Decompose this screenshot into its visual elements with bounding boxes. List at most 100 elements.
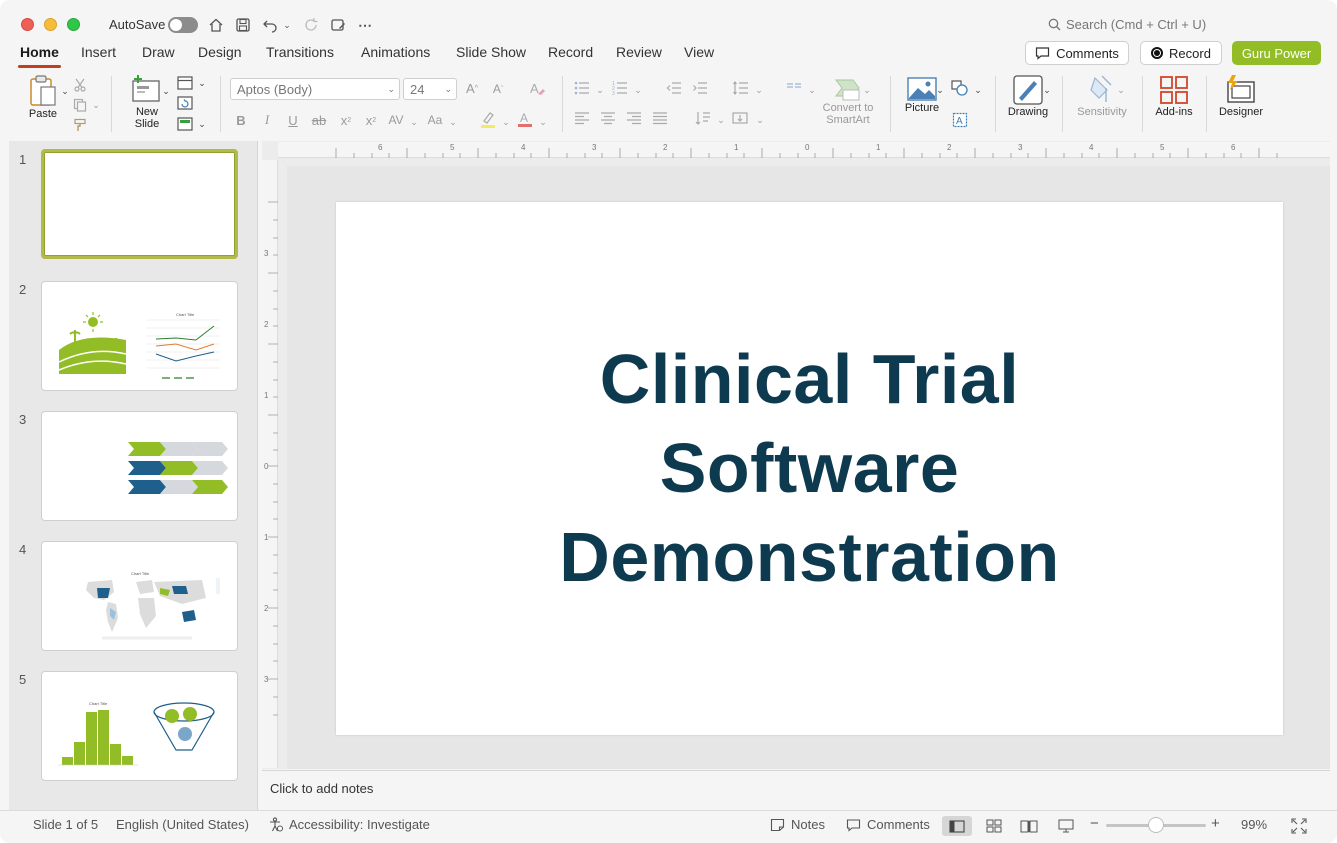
new-slide-dropdown-icon[interactable]: ⌄ xyxy=(157,82,175,100)
tab-transitions[interactable]: Transitions xyxy=(266,44,334,60)
decrease-font-size-icon[interactable]: Aˇ xyxy=(489,80,507,98)
line-spacing-dropdown-icon[interactable]: ⌄ xyxy=(750,81,768,99)
undo-dropdown-icon[interactable]: ⌄ xyxy=(280,15,294,35)
tab-home[interactable]: Home xyxy=(18,44,61,68)
tab-insert[interactable]: Insert xyxy=(81,44,116,60)
font-color-dropdown-icon[interactable]: ⌄ xyxy=(534,113,552,131)
minimize-window-button[interactable] xyxy=(44,18,57,31)
slideshow-view-button[interactable] xyxy=(1051,816,1081,836)
bullets-dropdown-icon[interactable]: ⌄ xyxy=(591,81,609,99)
text-direction-icon[interactable] xyxy=(694,109,712,127)
align-left-icon[interactable] xyxy=(573,109,591,127)
normal-view-button[interactable] xyxy=(942,816,972,836)
align-text-icon[interactable] xyxy=(731,109,749,127)
subscript-icon[interactable]: x2 xyxy=(362,111,380,129)
accessibility-status[interactable]: Accessibility: Investigate xyxy=(268,817,430,832)
change-case-icon[interactable]: Aa xyxy=(426,111,444,129)
align-center-icon[interactable] xyxy=(599,109,617,127)
font-name-select[interactable]: Aptos (Body) ⌄ xyxy=(230,78,400,100)
justify-icon[interactable] xyxy=(651,109,669,127)
align-right-icon[interactable] xyxy=(625,109,643,127)
tab-design[interactable]: Design xyxy=(198,44,242,60)
picture-dropdown-icon[interactable]: ⌄ xyxy=(931,81,949,99)
comments-button[interactable]: Comments xyxy=(1025,41,1129,65)
more-options-icon[interactable]: ⋯ xyxy=(355,15,375,35)
font-size-select[interactable]: 24 ⌄ xyxy=(403,78,457,100)
align-text-dropdown-icon[interactable]: ⌄ xyxy=(751,111,769,129)
tab-review[interactable]: Review xyxy=(616,44,662,60)
format-painter-icon[interactable] xyxy=(71,116,89,134)
redo-icon[interactable] xyxy=(301,15,321,35)
section-icon[interactable] xyxy=(176,115,194,133)
numbering-icon[interactable]: 123 xyxy=(611,79,629,97)
search-box[interactable]: Search (Cmd + Ctrl + U) xyxy=(1048,17,1206,32)
text-box-icon[interactable]: A xyxy=(951,111,969,129)
cut-icon[interactable] xyxy=(71,76,89,94)
zoom-out-icon[interactable]: − xyxy=(1090,815,1099,832)
slide-thumbnail-5[interactable]: Chart Title xyxy=(41,671,238,781)
slide-thumbnail-2[interactable]: Chart Title xyxy=(41,281,238,391)
underline-icon[interactable]: U xyxy=(284,111,302,129)
bold-icon[interactable]: B xyxy=(232,111,250,129)
customize-toolbar-icon[interactable] xyxy=(328,15,348,35)
font-color-icon[interactable]: A xyxy=(516,110,534,128)
tab-view[interactable]: View xyxy=(684,44,714,60)
strikethrough-icon[interactable]: ab xyxy=(310,111,328,129)
increase-indent-icon[interactable] xyxy=(691,79,709,97)
copy-dropdown-icon[interactable]: ⌄ xyxy=(87,96,105,114)
line-spacing-icon[interactable] xyxy=(732,79,750,97)
language-indicator[interactable]: English (United States) xyxy=(116,817,249,832)
drawing-dropdown-icon[interactable]: ⌄ xyxy=(1038,81,1056,99)
tab-animations[interactable]: Animations xyxy=(361,44,430,60)
slide-sorter-button[interactable] xyxy=(979,816,1009,836)
zoom-level[interactable]: 99% xyxy=(1241,817,1267,832)
highlight-icon[interactable] xyxy=(479,110,497,128)
maximize-window-button[interactable] xyxy=(67,18,80,31)
comments-toggle[interactable]: Comments xyxy=(846,817,930,832)
shapes-dropdown-icon[interactable]: ⌄ xyxy=(969,81,987,99)
convert-smartart-dropdown-icon[interactable]: ⌄ xyxy=(858,81,876,99)
designer-button[interactable]: Designer xyxy=(1216,74,1266,118)
superscript-icon[interactable]: x2 xyxy=(337,111,355,129)
section-dropdown-icon[interactable]: ⌄ xyxy=(193,115,211,133)
current-slide[interactable]: Clinical Trial Software Demonstration xyxy=(336,202,1283,735)
tab-slide-show[interactable]: Slide Show xyxy=(456,44,526,60)
guru-power-button[interactable]: Guru Power xyxy=(1232,41,1321,65)
decrease-indent-icon[interactable] xyxy=(665,79,683,97)
bullets-icon[interactable] xyxy=(573,79,591,97)
character-spacing-dropdown-icon[interactable]: ⌄ xyxy=(405,113,423,131)
tab-draw[interactable]: Draw xyxy=(142,44,175,60)
slide-title[interactable]: Clinical Trial Software Demonstration xyxy=(500,335,1120,602)
change-case-dropdown-icon[interactable]: ⌄ xyxy=(444,113,462,131)
home-icon[interactable] xyxy=(206,15,226,35)
notes-toggle[interactable]: Notes xyxy=(770,817,825,832)
reading-view-button[interactable] xyxy=(1014,816,1044,836)
slide-thumbnail-3[interactable] xyxy=(41,411,238,521)
slide-thumbnail-1[interactable] xyxy=(41,149,238,259)
fit-to-window-button[interactable] xyxy=(1284,816,1314,836)
record-button[interactable]: Record xyxy=(1140,41,1222,65)
highlight-dropdown-icon[interactable]: ⌄ xyxy=(497,113,515,131)
autosave-toggle[interactable] xyxy=(168,17,198,33)
character-spacing-icon[interactable]: AV xyxy=(387,111,405,129)
close-window-button[interactable] xyxy=(21,18,34,31)
tab-record[interactable]: Record xyxy=(548,44,593,60)
slide-thumbnail-4[interactable]: Chart Title xyxy=(41,541,238,651)
save-icon[interactable] xyxy=(233,15,253,35)
sensitivity-dropdown-icon[interactable]: ⌄ xyxy=(1112,81,1130,99)
increase-font-size-icon[interactable]: A ^ xyxy=(463,79,481,97)
add-ins-button[interactable]: Add-ins xyxy=(1152,74,1196,118)
text-direction-dropdown-icon[interactable]: ⌄ xyxy=(712,111,730,129)
layout-icon[interactable] xyxy=(176,74,194,92)
notes-pane[interactable]: Click to add notes xyxy=(262,770,1330,810)
zoom-slider-handle[interactable] xyxy=(1148,817,1164,833)
numbering-dropdown-icon[interactable]: ⌄ xyxy=(629,81,647,99)
clear-formatting-icon[interactable]: A xyxy=(528,79,546,97)
italic-icon[interactable]: I xyxy=(258,111,276,129)
zoom-in-icon[interactable]: + xyxy=(1211,815,1220,832)
reset-slide-icon[interactable] xyxy=(176,94,194,112)
undo-icon[interactable] xyxy=(260,15,280,35)
shapes-icon[interactable] xyxy=(951,79,969,97)
layout-dropdown-icon[interactable]: ⌄ xyxy=(193,74,211,92)
columns-icon[interactable] xyxy=(785,79,803,97)
